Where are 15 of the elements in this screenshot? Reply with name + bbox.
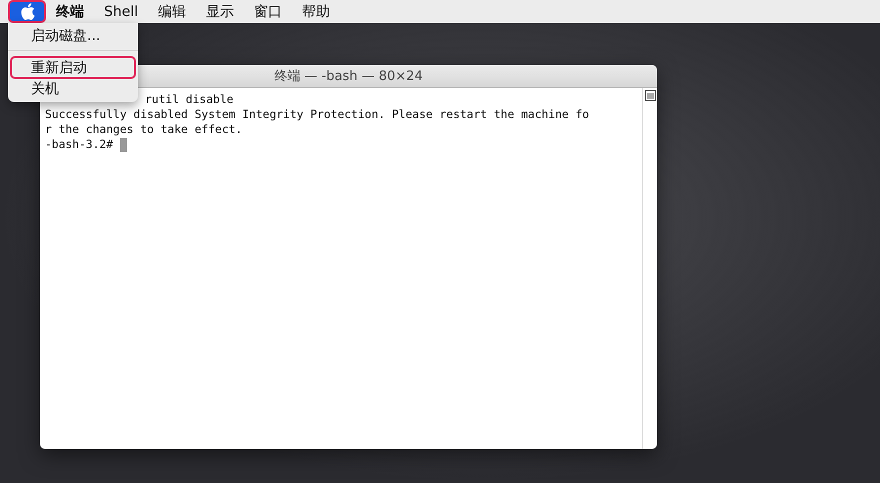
terminal-line: r the changes to take effect. [45, 122, 242, 137]
menu-bar-item[interactable]: 编辑 [148, 0, 196, 23]
terminal-line: Successfully disabled System Integrity Protection. Please restart the machine fo [45, 107, 590, 122]
menu-bar-item[interactable]: 显示 [196, 0, 244, 23]
menu-bar-item[interactable]: 终端 [46, 0, 94, 23]
apple-menu-button[interactable] [8, 0, 46, 23]
menu-item[interactable]: 启动磁盘... [10, 26, 136, 45]
terminal-line: rutil disable [144, 92, 234, 107]
terminal-line: -bash-3.2# [45, 137, 114, 152]
menu-item[interactable]: 重新启动 [10, 56, 136, 79]
menu-bar-item[interactable]: Shell [94, 0, 148, 23]
split-pane-icon[interactable] [644, 90, 656, 101]
apple-logo-icon [20, 3, 34, 20]
menu-bar-item[interactable]: 帮助 [292, 0, 340, 23]
menu-bar-item[interactable]: 窗口 [244, 0, 292, 23]
